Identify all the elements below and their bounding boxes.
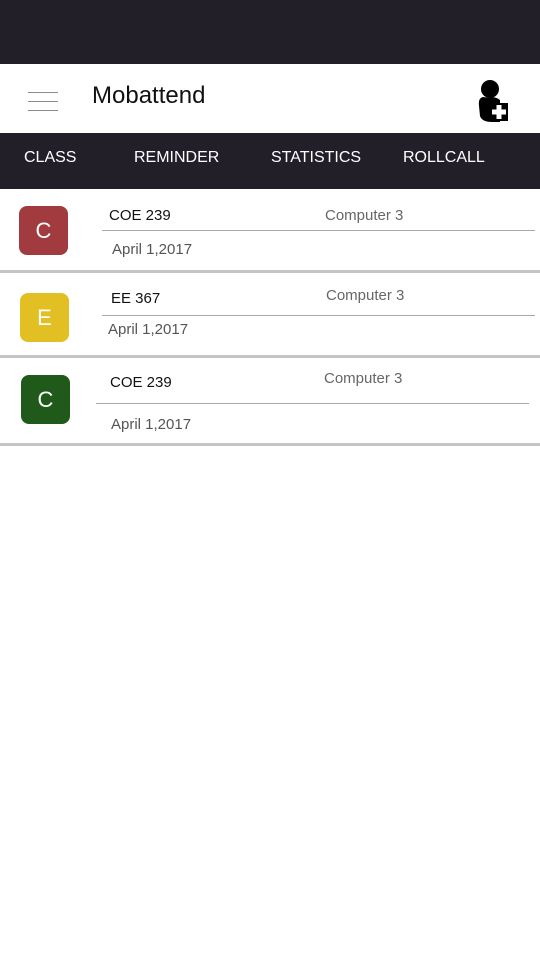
class-date: April 1,2017 — [108, 321, 189, 338]
class-date: April 1,2017 — [112, 241, 193, 258]
class-list-item[interactable]: E EE 367 Computer 3 April 1,2017 — [0, 273, 540, 355]
tab-rollcall[interactable]: ROLLCALL — [403, 133, 485, 189]
class-avatar: C — [21, 375, 70, 424]
class-list-item[interactable]: C COE 239 Computer 3 April 1,2017 — [0, 358, 540, 444]
status-bar — [0, 0, 540, 64]
course-code: COE 239 — [110, 374, 172, 391]
course-code: EE 367 — [111, 290, 161, 307]
tab-class[interactable]: CLASS — [24, 133, 76, 189]
row-divider — [96, 403, 529, 404]
row-divider — [102, 230, 535, 231]
app-title: Mobattend — [92, 82, 206, 109]
class-avatar: E — [20, 293, 69, 342]
class-avatar: C — [19, 206, 68, 255]
add-user-icon — [478, 80, 508, 122]
row-separator — [0, 443, 540, 446]
course-code: COE 239 — [109, 207, 171, 224]
app-bar: Mobattend — [0, 64, 540, 133]
room-name: Computer 3 — [326, 287, 405, 304]
row-divider — [102, 315, 535, 316]
room-name: Computer 3 — [325, 207, 404, 224]
class-date: April 1,2017 — [111, 416, 192, 433]
tab-bar: CLASS REMINDER STATISTICS ROLLCALL — [0, 133, 540, 189]
tab-reminder[interactable]: REMINDER — [134, 133, 219, 189]
menu-button[interactable] — [22, 84, 66, 118]
tab-statistics[interactable]: STATISTICS — [271, 133, 361, 189]
add-user-button[interactable] — [470, 76, 514, 124]
room-name: Computer 3 — [324, 370, 403, 387]
class-list-item[interactable]: C COE 239 Computer 3 April 1,2017 — [0, 189, 540, 271]
